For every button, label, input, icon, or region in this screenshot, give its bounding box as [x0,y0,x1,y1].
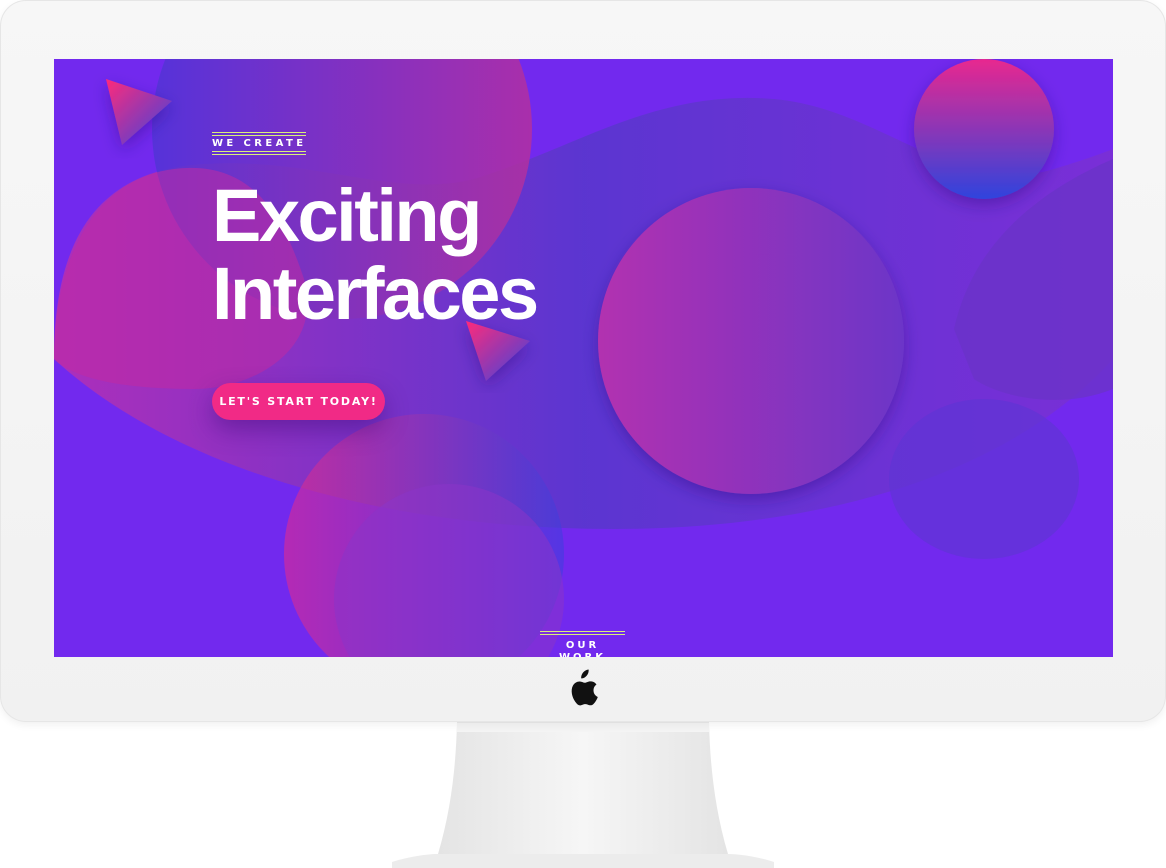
start-today-button[interactable]: LET'S START TODAY! [212,383,385,420]
eyebrow-top-lines [212,132,307,136]
website-screen: WE CREATE Exciting Interfaces LET'S STAR… [54,59,1113,657]
apple-logo-icon [571,669,598,706]
hero-title: Exciting Interfaces [212,174,539,335]
hero-title-line-1: Exciting [212,174,482,257]
hero-section: WE CREATE Exciting Interfaces [212,131,539,335]
hero-eyebrow-text: WE CREATE [212,138,307,149]
section-label-lines [540,631,625,635]
monitor-stand [392,722,774,868]
hero-title-line-2: Interfaces [212,252,539,335]
our-work-section-label: OUR WORK [540,631,625,657]
monitor-frame: WE CREATE Exciting Interfaces LET'S STAR… [0,0,1166,722]
hero-eyebrow: WE CREATE [212,132,307,155]
eyebrow-bottom-lines [212,151,307,155]
